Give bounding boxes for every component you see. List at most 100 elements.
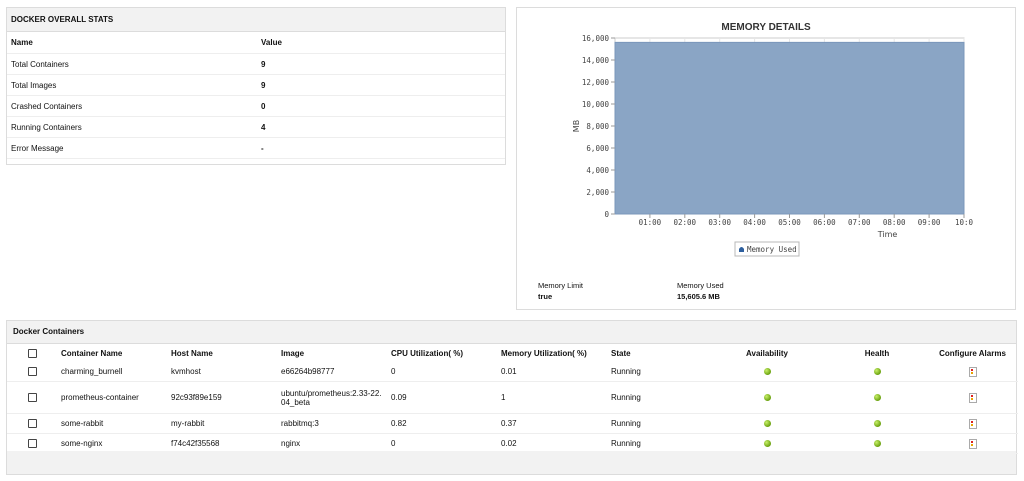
column-header-image[interactable]: Image: [277, 344, 387, 362]
select-all-checkbox[interactable]: [27, 348, 37, 358]
select-all-header: [7, 344, 57, 362]
stat-name: Total Images: [7, 74, 257, 96]
container-name-link[interactable]: some-rabbit: [57, 413, 167, 434]
stat-name: Crashed Containers: [7, 95, 257, 117]
memory-details-panel: MEMORY DETAILS 0 2,000 4,000 6,000 8,000 10,0…: [516, 7, 1016, 310]
memory-utilization: 0.01: [497, 362, 607, 382]
health-status-icon[interactable]: [873, 368, 881, 376]
availability-status-icon[interactable]: [763, 394, 771, 402]
container-state: Running: [607, 381, 707, 414]
x-tick-label: 09:00: [918, 218, 941, 227]
stats-row: Total Containers 9: [7, 53, 505, 75]
x-tick-label: 08:00: [883, 218, 906, 227]
y-tick-label: 10,000: [582, 100, 610, 109]
host-name: kvmhost: [167, 362, 277, 382]
health-status-icon[interactable]: [873, 420, 881, 428]
stats-row: Crashed Containers 0: [7, 95, 505, 117]
row-checkbox[interactable]: [27, 439, 37, 449]
table-row: charming_burnell kvmhost e66264b98777 0 …: [7, 362, 1018, 382]
column-header-health[interactable]: Health: [827, 344, 927, 362]
y-tick-label: 6,000: [586, 144, 609, 153]
health-status-icon[interactable]: [873, 440, 881, 448]
y-tick-label: 0: [604, 210, 609, 219]
availability-status-icon[interactable]: [763, 368, 771, 376]
container-name-link[interactable]: prometheus-container: [57, 381, 167, 414]
container-state: Running: [607, 413, 707, 434]
legend-label-memory-used: Memory Used: [747, 245, 797, 254]
stats-row: Total Images 9: [7, 74, 505, 96]
column-header-memory[interactable]: Memory Utilization( %): [497, 344, 607, 362]
host-name: 92c93f89e159: [167, 381, 277, 414]
host-name: my-rabbit: [167, 413, 277, 434]
overall-stats-table: Name Value Total Containers 9 Total Imag…: [7, 32, 505, 159]
container-state: Running: [607, 362, 707, 382]
x-tick-label: 05:00: [778, 218, 801, 227]
configure-alarms-icon[interactable]: [968, 418, 977, 429]
table-row: prometheus-container 92c93f89e159 ubuntu…: [7, 381, 1018, 414]
configure-alarms-icon[interactable]: [968, 438, 977, 449]
row-checkbox[interactable]: [27, 393, 37, 403]
series-area-memory-used: [614, 41, 965, 215]
availability-status-icon[interactable]: [763, 420, 771, 428]
stats-row: Error Message -: [7, 137, 505, 159]
column-header-value: Value: [257, 32, 505, 54]
y-tick-label: 14,000: [582, 56, 610, 65]
overall-stats-header-row: Name Value: [7, 32, 505, 54]
memory-used-value: 15,605.6 MB: [677, 292, 720, 301]
y-tick-label: 2,000: [586, 188, 609, 197]
containers-footer-bar: [7, 451, 1016, 474]
y-tick-label: 8,000: [586, 122, 609, 131]
containers-table: Container Name Host Name Image CPU Utili…: [7, 344, 1018, 454]
image-name: rabbitmq:3: [277, 413, 387, 434]
x-tick-label: 03:00: [708, 218, 731, 227]
health-status-icon[interactable]: [873, 394, 881, 402]
column-header-configure-alarms: Configure Alarms: [939, 348, 1006, 358]
containers-title: Docker Containers: [7, 321, 1016, 344]
x-axis-title: Time: [877, 230, 898, 239]
column-header-container-name[interactable]: Container Name: [57, 344, 167, 362]
x-tick-label: 06:00: [813, 218, 836, 227]
column-header-name: Name: [7, 32, 257, 54]
row-checkbox[interactable]: [27, 367, 37, 377]
docker-containers-panel: Docker Containers Container Name Host Na…: [6, 320, 1018, 475]
stats-row: Running Containers 4: [7, 116, 505, 138]
memory-used-label: Memory Used: [677, 281, 724, 290]
stat-value: 9: [257, 74, 505, 96]
table-row: some-rabbit my-rabbit rabbitmq:3 0.82 0.…: [7, 413, 1018, 434]
overall-stats-title: DOCKER OVERALL STATS: [7, 8, 505, 32]
stat-name: Total Containers: [7, 53, 257, 75]
stat-value: 4: [257, 116, 505, 138]
x-tick-label: 07:00: [848, 218, 871, 227]
containers-header-row: Container Name Host Name Image CPU Utili…: [7, 344, 1018, 362]
y-tick-label: 16,000: [582, 34, 610, 43]
x-tick-label: 01:00: [639, 218, 662, 227]
image-name: ubuntu/prometheus:2.33-22.04_beta: [277, 381, 387, 414]
stat-value: 9: [257, 53, 505, 75]
cpu-utilization: 0.82: [387, 413, 497, 434]
configure-alarms-icon[interactable]: [968, 392, 977, 403]
x-tick-label: 10:0: [955, 218, 974, 227]
cpu-utilization: 0: [387, 362, 497, 382]
y-axis-title: MB: [572, 120, 581, 132]
column-header-availability[interactable]: Availability: [707, 344, 827, 362]
column-header-host-name[interactable]: Host Name: [167, 344, 277, 362]
stat-name: Running Containers: [7, 116, 257, 138]
container-name-link[interactable]: charming_burnell: [57, 362, 167, 382]
x-tick-label: 02:00: [674, 218, 697, 227]
stat-value: -: [257, 137, 505, 159]
stat-value: 0: [257, 95, 505, 117]
memory-chart: 0 2,000 4,000 6,000 8,000 10,000 12,000 14,000 1…: [572, 34, 974, 257]
column-header-cpu[interactable]: CPU Utilization( %): [387, 344, 497, 362]
memory-limit-value: true: [538, 292, 553, 301]
row-checkbox[interactable]: [27, 419, 37, 429]
y-tick-label: 4,000: [586, 166, 609, 175]
stat-name: Error Message: [7, 137, 257, 159]
memory-utilization: 0.37: [497, 413, 607, 434]
x-tick-label: 04:00: [743, 218, 766, 227]
column-header-state[interactable]: State: [607, 344, 707, 362]
image-name: e66264b98777: [277, 362, 387, 382]
memory-limit-label: Memory Limit: [538, 281, 584, 290]
y-tick-label: 12,000: [582, 78, 610, 87]
configure-alarms-icon[interactable]: [968, 366, 977, 377]
availability-status-icon[interactable]: [763, 440, 771, 448]
